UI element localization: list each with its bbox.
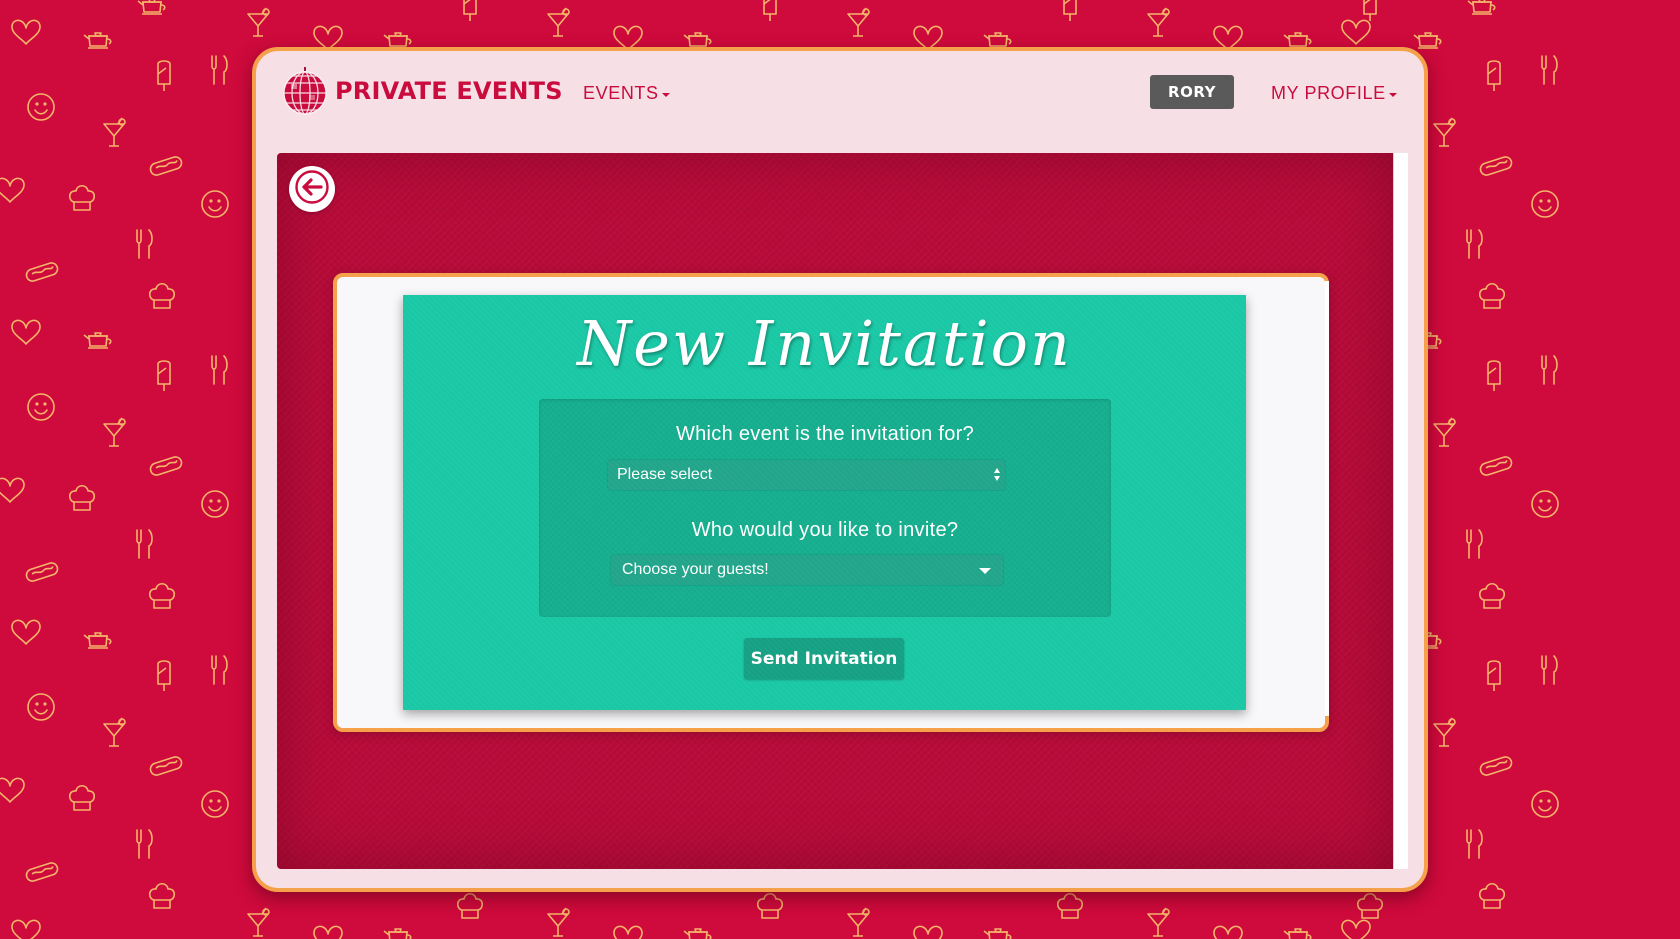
invitation-form: Which event is the invitation for? Pleas… (539, 399, 1111, 617)
events-menu[interactable]: EVENTS (583, 83, 670, 104)
event-question-label: Which event is the invitation for? (675, 423, 975, 445)
navbar: PRIVATE EVENTS EVENTS RORY MY PROFILE (256, 51, 1424, 139)
profile-menu-label: MY PROFILE (1271, 83, 1386, 103)
user-badge[interactable]: RORY (1150, 75, 1234, 109)
arrow-left-icon (295, 169, 329, 209)
guest-question-label: Who would you like to invite? (691, 519, 959, 541)
chevron-down-icon (979, 568, 991, 574)
caret-down-icon (1388, 92, 1397, 97)
event-select[interactable]: Please select (608, 460, 1005, 490)
guest-select-value: Choose your guests! (622, 561, 769, 578)
app-window: PRIVATE EVENTS EVENTS RORY MY PROFILE Ne… (252, 47, 1428, 892)
events-menu-label: EVENTS (583, 83, 659, 103)
disco-ball-icon (282, 67, 328, 115)
invitation-card: New Invitation Which event is the invita… (403, 295, 1246, 710)
back-button[interactable] (289, 166, 335, 212)
guest-select[interactable]: Choose your guests! (611, 555, 1003, 585)
brand-name: PRIVATE EVENTS (335, 77, 563, 105)
caret-down-icon (661, 92, 670, 97)
send-invitation-button[interactable]: Send Invitation (744, 638, 904, 679)
main-content: New Invitation Which event is the invita… (277, 153, 1393, 869)
page-title: New Invitation (577, 307, 1072, 380)
profile-menu[interactable]: MY PROFILE (1271, 83, 1397, 104)
invitation-card-frame: New Invitation Which event is the invita… (333, 273, 1329, 732)
scrollbar[interactable] (1393, 153, 1408, 869)
event-select-value: Please select (617, 466, 713, 483)
select-arrows-icon (993, 468, 1001, 482)
brand-logo[interactable]: PRIVATE EVENTS (282, 67, 563, 115)
